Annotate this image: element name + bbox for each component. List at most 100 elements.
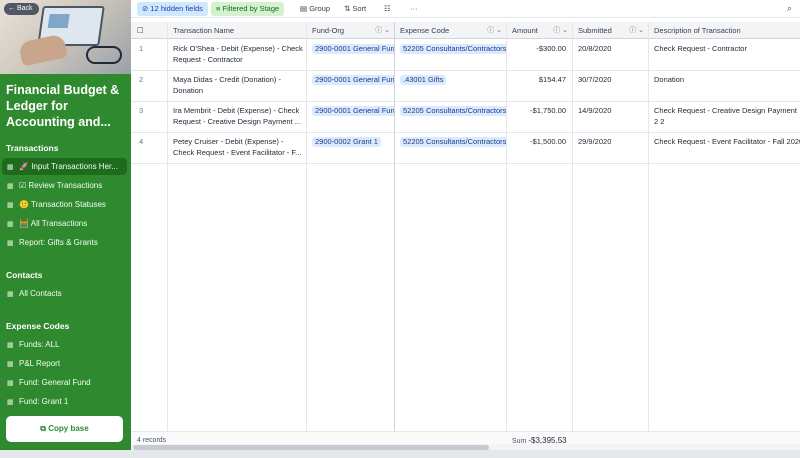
- window-bottom-edge: [0, 450, 800, 458]
- sidebar-item-label: P&L Report: [19, 359, 61, 368]
- description-cell[interactable]: Donation: [648, 74, 800, 85]
- emoji-icon: 🚀: [19, 162, 29, 171]
- base-cover-image: ← Back: [0, 0, 131, 74]
- sidebar-item-fund-grant-1[interactable]: ▦ Fund: Grant 1: [2, 393, 127, 410]
- sidebar-item-pl-report[interactable]: ▦ P&L Report: [2, 355, 127, 372]
- submitted-cell[interactable]: 30/7/2020: [572, 74, 648, 85]
- expense-code-chip: 52205 Consultants/Contractors: [400, 106, 506, 116]
- expense-code-cell[interactable]: 52205 Consultants/Contractors: [394, 105, 506, 116]
- transaction-name-cell[interactable]: Petey Cruiser - Debit (Expense) - Check …: [167, 136, 306, 158]
- row-divider: [131, 163, 800, 164]
- column-menu-icon[interactable]: ⓘ ⌄: [487, 22, 502, 38]
- sidebar-item-label: Fund: General Fund: [19, 378, 91, 387]
- column-header-amount[interactable]: Amount ⓘ ⌄: [506, 22, 572, 39]
- transaction-name-cell[interactable]: Rick O'Shea - Debit (Expense) - Check Re…: [167, 43, 306, 65]
- description-cell[interactable]: Check Request - Event Facilitator - Fall…: [648, 136, 800, 147]
- sidebar-item-label: All Contacts: [19, 289, 62, 298]
- records-grid: ☐ Transaction Name Fund-Org ⓘ ⌄ Expense C…: [131, 18, 800, 458]
- sort-icon: ⇅: [344, 4, 351, 13]
- sidebar-item-label: All Transactions: [30, 219, 88, 228]
- hand-illustration: [18, 33, 68, 67]
- filter-label: Filtered by Stage: [222, 4, 280, 13]
- fund-org-chip: 2900-0002 Grant 1: [312, 137, 381, 147]
- fund-org-cell[interactable]: 2900-0001 General Fun: [306, 74, 394, 85]
- emoji-icon: 🧮: [19, 219, 29, 228]
- sidebar-item-label: Funds: ALL: [19, 340, 60, 349]
- back-button[interactable]: ← Back: [4, 3, 39, 15]
- grid-view-icon: ▦: [7, 202, 14, 209]
- column-menu-icon[interactable]: ⓘ ⌄: [629, 22, 644, 38]
- filter-button[interactable]: ≡ Filtered by Stage: [211, 2, 285, 16]
- transaction-name-cell[interactable]: Maya Didas - Credit (Donation) - Donatio…: [167, 74, 306, 96]
- amount-cell[interactable]: -$1,750.00: [506, 105, 572, 116]
- copy-base-label: Copy base: [48, 424, 89, 433]
- row-height-button[interactable]: ☷: [379, 2, 396, 16]
- sort-button[interactable]: ⇅ Sort: [339, 2, 371, 16]
- expense-code-cell[interactable]: 52205 Consultants/Contractors: [394, 136, 506, 147]
- select-all-header: ☐: [131, 22, 167, 39]
- description-cell[interactable]: Check Request - Creative Design Payment …: [648, 105, 800, 127]
- search-icon[interactable]: ⌕: [787, 3, 792, 14]
- grid-view-icon: ▦: [7, 183, 14, 190]
- hidden-fields-button[interactable]: ⊘ 12 hidden fields: [137, 2, 208, 16]
- column-header-description[interactable]: Description of Transaction: [648, 22, 800, 39]
- expense-code-cell[interactable]: .43001 Gifts: [394, 74, 506, 85]
- column-menu-icon[interactable]: ⓘ ⌄: [553, 22, 568, 38]
- sidebar-item-label: Transaction Statuses: [31, 200, 106, 209]
- fund-org-cell[interactable]: 2900-0001 General Fun: [306, 105, 394, 116]
- column-menu-icon[interactable]: ⓘ ⌄: [375, 22, 390, 38]
- row-number: 1: [139, 44, 144, 53]
- transaction-name-cell[interactable]: Ira Membrit - Debit (Expense) - Check Re…: [167, 105, 306, 127]
- sidebar-item-all-transactions[interactable]: ▦ 🧮 All Transactions: [2, 215, 127, 232]
- column-header-expense-code[interactable]: Expense Code ⓘ ⌄: [394, 22, 506, 39]
- column-header-transaction-name[interactable]: Transaction Name: [167, 22, 306, 39]
- sort-label: Sort: [352, 4, 367, 13]
- group-button[interactable]: ▤ Group: [295, 2, 335, 16]
- copy-icon: ⧉: [40, 424, 46, 433]
- group-icon: ▤: [300, 4, 308, 13]
- emoji-icon: 🙂: [19, 200, 29, 209]
- submitted-cell[interactable]: 20/8/2020: [572, 43, 648, 54]
- more-options-button[interactable]: ···: [405, 2, 423, 16]
- section-title-transactions: Transactions: [6, 143, 59, 153]
- sidebar-item-review-transactions[interactable]: ▦ ☑ Review Transactions: [2, 177, 127, 194]
- sidebar-item-label: Report: Gifts & Grants: [19, 238, 98, 247]
- emoji-icon: ☑: [19, 181, 27, 190]
- hidden-fields-label: 12 hidden fields: [150, 4, 203, 13]
- sidebar-item-label: Fund: Grant 1: [19, 397, 69, 406]
- select-all-checkbox[interactable]: ☐: [137, 26, 144, 35]
- description-cell[interactable]: Check Request - Contractor: [648, 43, 800, 54]
- expense-code-chip: .43001 Gifts: [400, 75, 447, 85]
- base-title: Financial Budget & Ledger for Accounting…: [6, 83, 120, 129]
- sidebar-item-all-contacts[interactable]: ▦ All Contacts: [2, 285, 127, 302]
- copy-base-button[interactable]: ⧉ Copy base: [6, 416, 123, 442]
- fund-org-cell[interactable]: 2900-0001 General Fun: [306, 43, 394, 54]
- submitted-cell[interactable]: 29/9/2020: [572, 136, 648, 147]
- amount-cell[interactable]: $154.47: [506, 74, 572, 85]
- fund-org-chip: 2900-0001 General Fun: [312, 75, 394, 85]
- eye-off-icon: ⊘: [142, 4, 149, 13]
- column-header-submitted[interactable]: Submitted ⓘ ⌄: [572, 22, 648, 39]
- sidebar: ← Back Financial Budget & Ledger for Acc…: [0, 0, 131, 458]
- sidebar-item-fund-general[interactable]: ▦ Fund: General Fund: [2, 374, 127, 391]
- expense-code-cell[interactable]: 52205 Consultants/Contractors: [394, 43, 506, 54]
- amount-cell[interactable]: -$1,500.00: [506, 136, 572, 147]
- sidebar-item-input-transactions[interactable]: ▦ 🚀 Input Transactions Her...: [2, 158, 127, 175]
- header-label: Description of Transaction: [654, 26, 741, 35]
- grid-view-icon: ▦: [7, 342, 14, 349]
- header-label: Amount: [512, 26, 538, 35]
- grid-view-icon: ▦: [7, 164, 14, 171]
- submitted-cell[interactable]: 14/9/2020: [572, 105, 648, 116]
- sidebar-item-funds-all[interactable]: ▦ Funds: ALL: [2, 336, 127, 353]
- expense-code-chip: 52205 Consultants/Contractors: [400, 44, 506, 54]
- grid-view-icon: ▦: [7, 240, 14, 247]
- section-title-expense-codes: Expense Codes: [6, 321, 70, 331]
- amount-cell[interactable]: -$300.00: [506, 43, 572, 54]
- fund-org-cell[interactable]: 2900-0002 Grant 1: [306, 136, 394, 147]
- column-header-fund-org[interactable]: Fund-Org ⓘ ⌄: [306, 22, 394, 39]
- grid-view-icon: ▦: [7, 221, 14, 228]
- sidebar-item-report-gifts-grants[interactable]: ▦ Report: Gifts & Grants: [2, 234, 127, 251]
- sidebar-item-transaction-statuses[interactable]: ▦ 🙂 Transaction Statuses: [2, 196, 127, 213]
- glasses-illustration: [86, 46, 122, 64]
- section-title-contacts: Contacts: [6, 270, 43, 280]
